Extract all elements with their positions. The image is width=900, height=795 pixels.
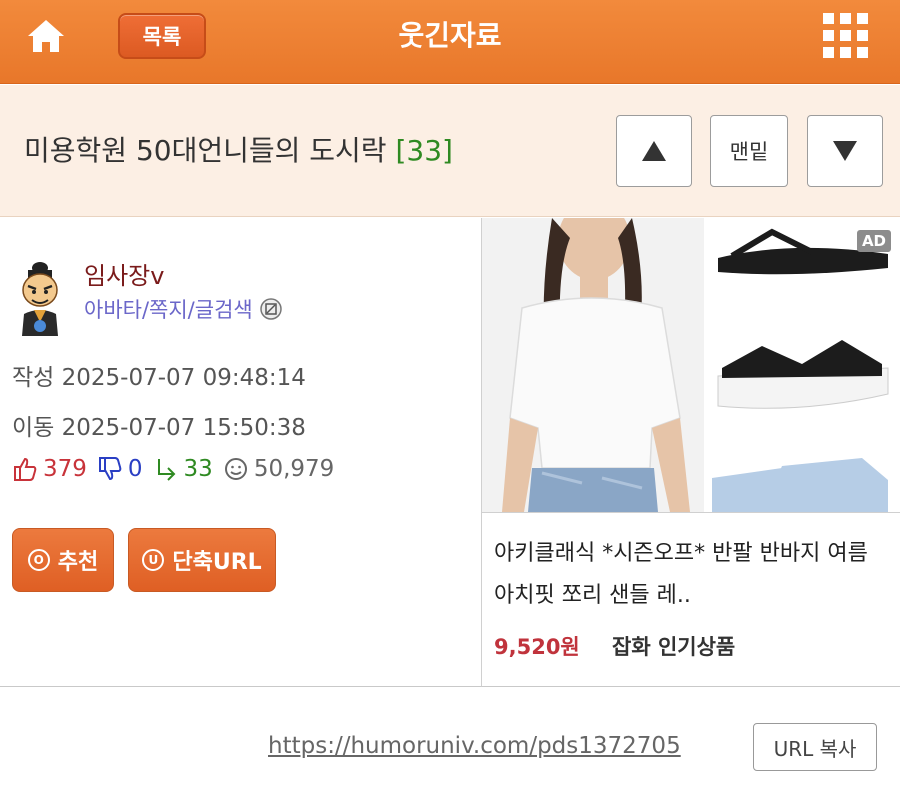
written-label: 작성 <box>12 365 55 391</box>
level-badge-icon <box>259 297 283 321</box>
moved-date: 이동 2025-07-07 15:50:38 <box>12 408 306 442</box>
top-bar: 목록 웃긴자료 <box>0 0 900 84</box>
downvote-stat: 0 <box>97 456 143 482</box>
post-info: 임사장v 아바타/쪽지/글검색 작성 2025-07-07 09:48:14 이… <box>0 218 481 687</box>
author-links-text[interactable]: 아바타/쪽지/글검색 <box>84 294 253 324</box>
subject-bar: 미용학원 50대언니들의 도시락 [33] 맨밑 <box>0 85 900 217</box>
upvote-count: 379 <box>43 456 87 482</box>
post-stats: 379 0 33 50,979 <box>12 456 344 482</box>
scroll-bottom-button[interactable]: 맨밑 <box>710 115 788 187</box>
post-url-link[interactable]: https://humoruniv.com/pds1372705 <box>268 733 681 759</box>
moved-label: 이동 <box>12 415 55 441</box>
reply-stat: 33 <box>153 456 213 482</box>
ad-tag: AD <box>856 230 891 252</box>
triangle-up-icon <box>642 141 666 161</box>
author-name[interactable]: 임사장v <box>84 256 164 291</box>
list-button[interactable]: 목록 <box>118 13 206 59</box>
comment-count[interactable]: [33] <box>395 134 452 167</box>
post-title: 미용학원 50대언니들의 도시락 [33] <box>24 133 453 169</box>
reply-arrow-icon <box>157 459 175 481</box>
page-title: 웃긴자료 <box>398 19 502 52</box>
recommend-button[interactable]: O 추천 <box>12 528 114 592</box>
ad-shop: 잡화 인기상품 <box>612 635 736 659</box>
thumbs-up-icon <box>14 457 37 481</box>
reply-count: 33 <box>183 456 213 482</box>
upvote-stat: 379 <box>12 456 87 482</box>
ad-price: 9,520원 <box>494 635 580 659</box>
ad-image[interactable]: AD <box>482 218 900 512</box>
post-title-text: 미용학원 50대언니들의 도시락 <box>24 134 387 167</box>
ad-title[interactable]: 아키클래식 *시즌오프* 반팔 반바지 여름 아치핏 쪼리 샌들 레.. <box>494 533 894 617</box>
author-links: 아바타/쪽지/글검색 <box>84 294 283 324</box>
written-date: 작성 2025-07-07 09:48:14 <box>12 358 306 392</box>
grid-menu-icon[interactable] <box>822 12 870 60</box>
short-url-label: 단축URL <box>172 550 262 575</box>
view-count: 50,979 <box>253 456 335 482</box>
recommend-label: 추천 <box>57 550 99 575</box>
scroll-up-button[interactable] <box>616 115 692 187</box>
smiley-icon <box>224 458 247 480</box>
home-icon[interactable] <box>24 14 68 58</box>
url-copy-button[interactable]: URL 복사 <box>753 723 877 771</box>
triangle-down-icon <box>833 141 857 161</box>
ad-info[interactable]: 아키클래식 *시즌오프* 반팔 반바지 여름 아치핏 쪼리 샌들 레.. 9,5… <box>482 512 900 687</box>
downvote-count: 0 <box>127 456 143 482</box>
written-value: 2025-07-07 09:48:14 <box>61 365 306 391</box>
url-circle-icon: U <box>142 549 165 571</box>
ad-banner: AD 아키클래식 *시즌오프* 반팔 반바지 여름 아치핏 쪼리 샌들 레.. … <box>481 218 900 687</box>
avatar[interactable] <box>14 258 66 338</box>
short-url-button[interactable]: U 단축URL <box>128 528 276 592</box>
thumbs-down-icon <box>98 457 122 481</box>
view-stat: 50,979 <box>223 456 334 482</box>
recommend-circle-icon: O <box>27 549 50 571</box>
moved-value: 2025-07-07 15:50:38 <box>61 415 306 441</box>
scroll-down-button[interactable] <box>807 115 883 187</box>
